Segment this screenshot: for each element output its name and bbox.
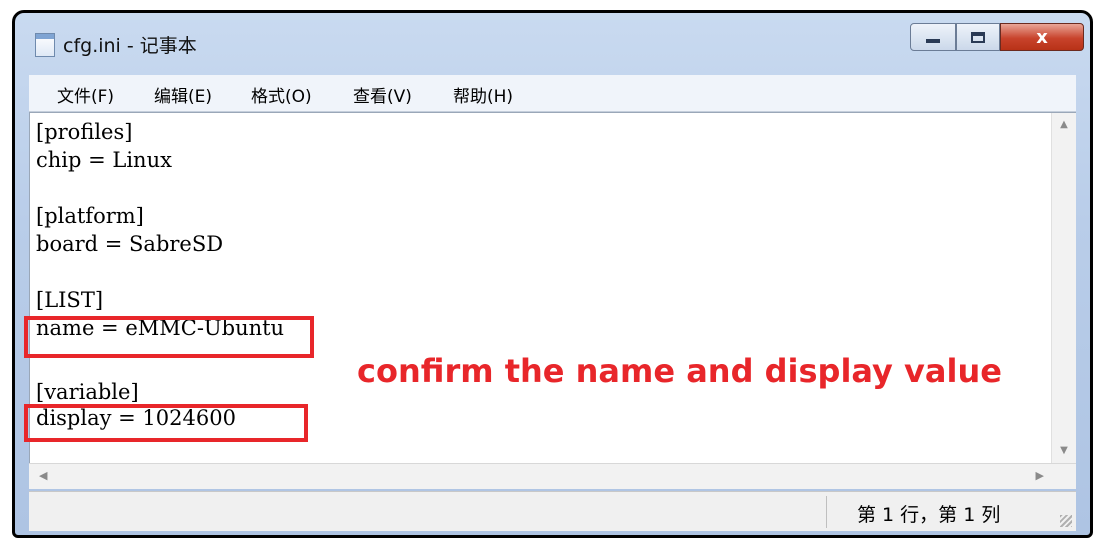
editor-line: chip = Linux	[36, 148, 172, 172]
scroll-right-icon[interactable]: ▶	[1036, 469, 1044, 482]
notepad-icon	[35, 33, 55, 57]
minimize-icon	[926, 39, 940, 43]
editor-line: [platform]	[36, 204, 144, 228]
editor-line: [profiles]	[36, 120, 133, 144]
title-bar[interactable]: cfg.ini - 记事本 x	[15, 13, 1090, 71]
highlight-name-box	[24, 316, 314, 358]
menu-edit[interactable]: 编辑(E)	[154, 82, 212, 107]
close-button[interactable]: x	[1000, 23, 1084, 51]
close-icon: x	[1036, 26, 1048, 48]
minimize-button[interactable]	[910, 23, 956, 51]
editor-line: [LIST]	[36, 288, 104, 312]
status-bar: 第 1 行，第 1 列	[29, 491, 1076, 531]
editor-line: board = SabreSD	[36, 232, 224, 256]
highlight-display-box	[24, 404, 308, 442]
window-title: cfg.ini - 记事本	[63, 35, 197, 57]
menu-file[interactable]: 文件(F)	[57, 82, 114, 107]
annotation-text: confirm the name and display value	[357, 352, 1002, 390]
horizontal-scrollbar[interactable]: ◀ ▶	[29, 463, 1076, 489]
resize-grip-icon[interactable]	[1060, 515, 1072, 527]
cursor-position: 第 1 行，第 1 列	[857, 504, 1001, 526]
menu-view[interactable]: 查看(V)	[353, 82, 412, 107]
scroll-down-icon[interactable]: ▼	[1052, 445, 1076, 456]
vertical-scrollbar[interactable]: ▲ ▼	[1051, 113, 1076, 464]
menu-format[interactable]: 格式(O)	[251, 82, 312, 107]
scroll-left-icon[interactable]: ◀	[39, 469, 47, 482]
notepad-window: cfg.ini - 记事本 x 文件(F) 编辑(E) 格式(O) 查看(V) …	[12, 10, 1093, 538]
maximize-button[interactable]	[956, 23, 1000, 51]
maximize-icon	[971, 31, 985, 43]
menu-bar: 文件(F) 编辑(E) 格式(O) 查看(V) 帮助(H)	[29, 75, 1076, 112]
status-divider	[826, 496, 827, 528]
menu-help[interactable]: 帮助(H)	[453, 82, 513, 107]
scroll-up-icon[interactable]: ▲	[1052, 119, 1076, 130]
